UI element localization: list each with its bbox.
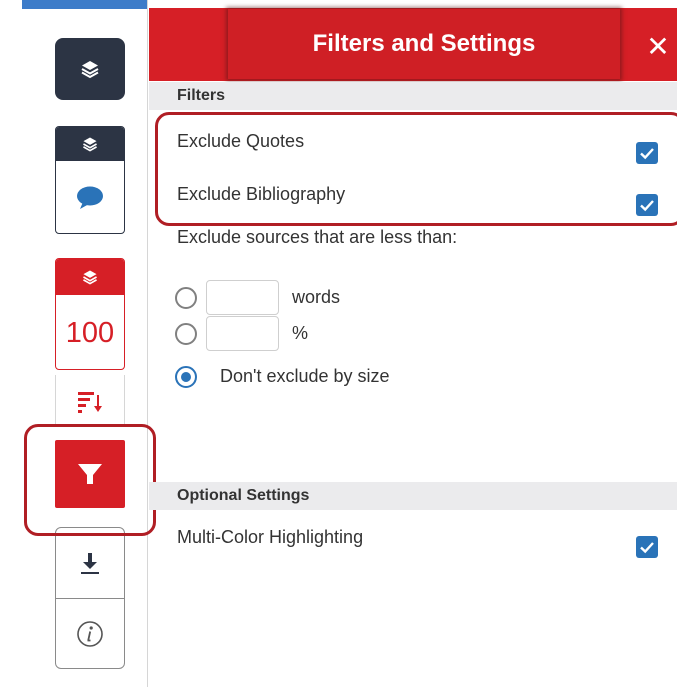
layers-icon <box>83 270 97 285</box>
top-accent-bar <box>22 0 148 9</box>
speech-bubble-icon <box>77 186 103 209</box>
similarity-score-group: 100 <box>55 258 125 370</box>
words-input[interactable] <box>206 280 279 315</box>
sidebar-utility-group <box>55 527 125 669</box>
info-icon <box>77 620 103 647</box>
match-overview-group <box>55 126 125 234</box>
exclude-sources-label: Exclude sources that are less than: <box>177 227 458 247</box>
sidebar-highlight-outline <box>24 424 156 536</box>
match-overview-layers-button[interactable] <box>56 127 124 160</box>
dont-exclude-label: Don't exclude by size <box>220 366 390 386</box>
percent-unit-label: % <box>292 323 309 343</box>
similarity-layers-button[interactable] <box>56 259 124 295</box>
download-button[interactable] <box>56 528 124 598</box>
match-breakdown-button[interactable] <box>55 375 125 427</box>
layers-button[interactable] <box>55 38 125 100</box>
words-unit-label: words <box>292 287 341 307</box>
panel-title: Filters and Settings <box>228 9 620 79</box>
similarity-score[interactable]: 100 <box>56 295 124 369</box>
checkmark-icon <box>640 542 654 554</box>
percent-radio[interactable] <box>175 323 197 345</box>
comments-button[interactable] <box>56 160 124 233</box>
layers-icon <box>81 61 99 79</box>
radio-selected-dot <box>181 372 191 382</box>
layers-icon <box>83 136 97 151</box>
close-button[interactable]: ✕ <box>643 30 673 64</box>
sort-list-icon <box>78 392 102 413</box>
download-icon <box>81 553 99 574</box>
percent-input[interactable] <box>206 316 279 351</box>
optional-settings-header: Optional Settings <box>149 482 677 510</box>
sidebar-divider <box>147 0 148 687</box>
filters-section-header: Filters <box>149 82 677 110</box>
info-button[interactable] <box>56 598 124 668</box>
filters-highlight-outline <box>155 112 677 226</box>
dont-exclude-radio[interactable] <box>175 366 197 388</box>
multi-color-highlighting-checkbox[interactable] <box>636 536 658 558</box>
multi-color-highlighting-label: Multi-Color Highlighting <box>177 527 364 547</box>
words-radio[interactable] <box>175 287 197 309</box>
